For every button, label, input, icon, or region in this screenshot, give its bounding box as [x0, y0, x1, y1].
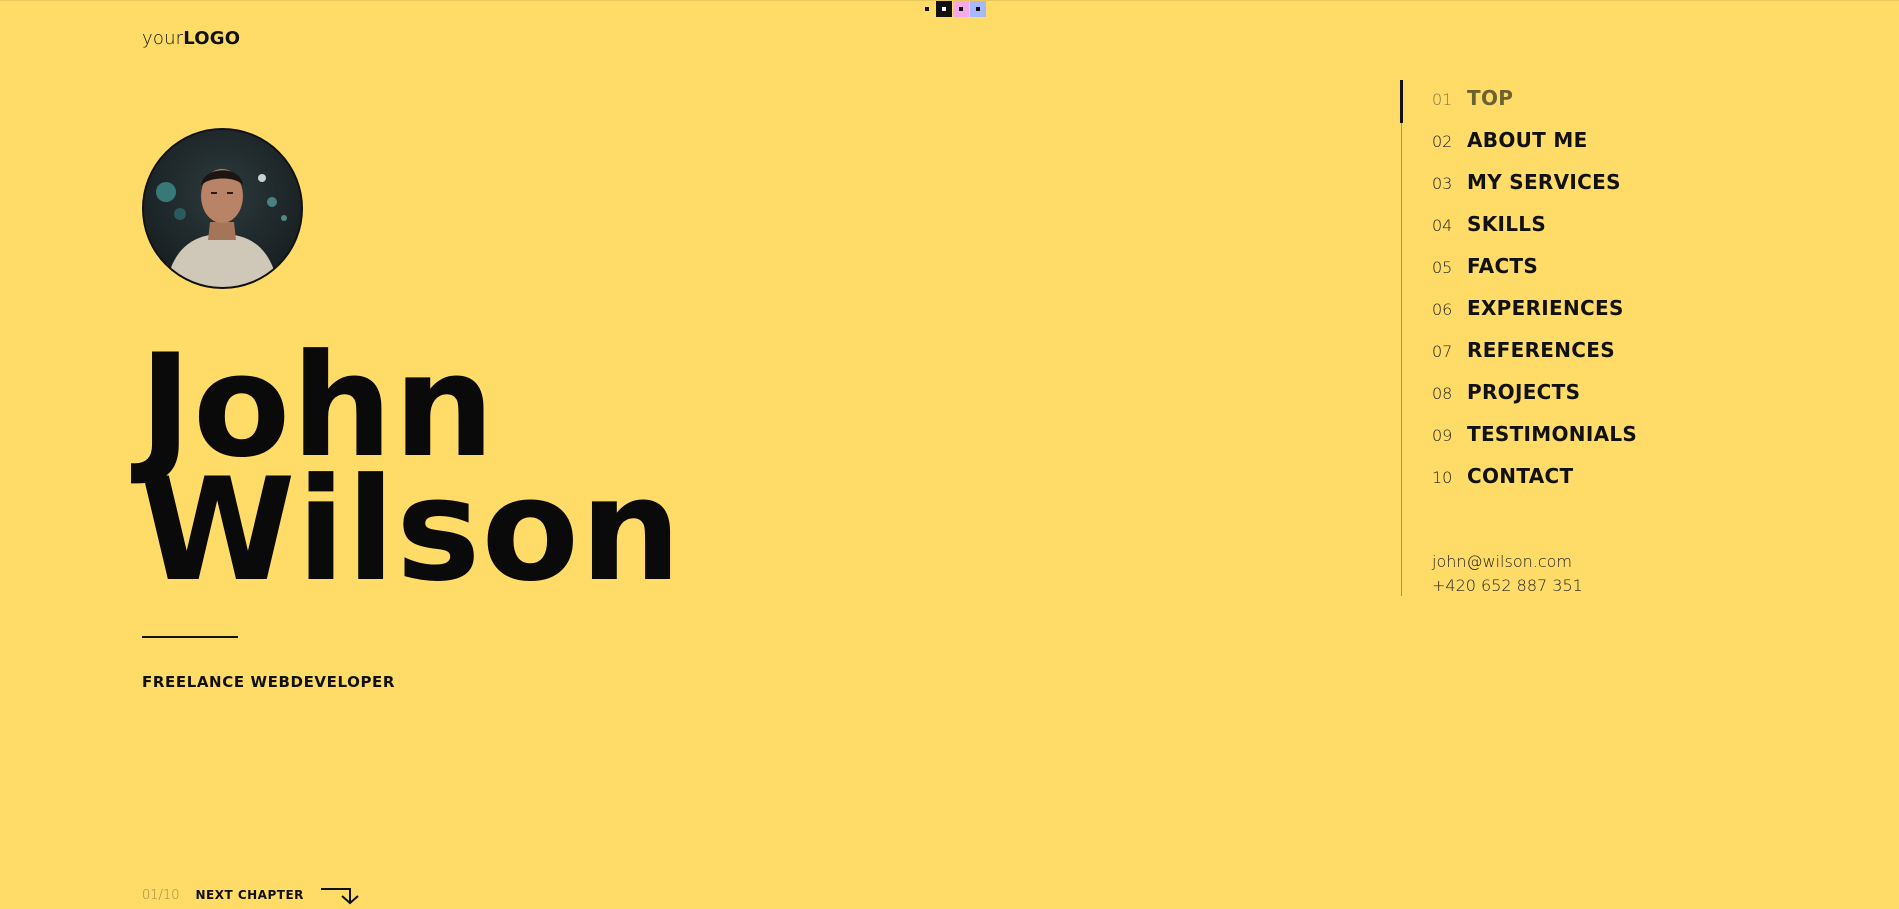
- email-link[interactable]: john@wilson.com: [1432, 550, 1583, 574]
- next-chapter-link[interactable]: NEXT CHAPTER: [195, 888, 303, 902]
- nav-item-references[interactable]: 07 REFERENCES: [1432, 338, 1637, 380]
- section-counter: 01/10: [142, 887, 180, 903]
- person-photo-icon: [144, 130, 301, 287]
- nav-item-number: 03: [1432, 174, 1453, 193]
- nav-item-number: 01: [1432, 90, 1453, 109]
- contact-info: john@wilson.com +420 652 887 351: [1432, 550, 1583, 598]
- nav-item-label: CONTACT: [1467, 464, 1574, 488]
- black-swatch[interactable]: [936, 1, 952, 17]
- nav-item-testimonials[interactable]: 09 TESTIMONIALS: [1432, 422, 1637, 464]
- nav-item-number: 04: [1432, 216, 1453, 235]
- nav-item-number: 07: [1432, 342, 1453, 361]
- hero-name: John Wilson: [139, 336, 683, 613]
- main-nav: 01 TOP 02 ABOUT ME 03 MY SERVICES 04 SKILLS 05 FA…: [1432, 86, 1637, 506]
- site-logo[interactable]: yourLOGO: [142, 28, 240, 49]
- logo-bold-text: LOGO: [183, 28, 241, 49]
- nav-item-label: REFERENCES: [1467, 338, 1615, 362]
- divider: [142, 636, 238, 638]
- last-name: Wilson: [139, 448, 683, 613]
- nav-item-number: 05: [1432, 258, 1453, 277]
- nav-item-label: EXPERIENCES: [1467, 296, 1624, 320]
- nav-item-number: 09: [1432, 426, 1453, 445]
- nav-item-label: TOP: [1467, 86, 1514, 110]
- nav-item-label: ABOUT ME: [1467, 128, 1588, 152]
- nav-item-label: SKILLS: [1467, 212, 1547, 236]
- nav-item-top[interactable]: 01 TOP: [1432, 86, 1637, 128]
- nav-item-number: 02: [1432, 132, 1453, 151]
- nav-item-about-me[interactable]: 02 ABOUT ME: [1432, 128, 1637, 170]
- nav-item-experiences[interactable]: 06 EXPERIENCES: [1432, 296, 1637, 338]
- nav-active-indicator: [1400, 80, 1403, 123]
- blue-swatch[interactable]: [970, 1, 986, 17]
- nav-item-label: FACTS: [1467, 254, 1539, 278]
- yellow-swatch[interactable]: [919, 1, 935, 17]
- avatar: [142, 128, 303, 289]
- role-subtitle: FREELANCE WEBDEVELOPER: [142, 673, 396, 691]
- pink-swatch[interactable]: [953, 1, 969, 17]
- nav-item-label: MY SERVICES: [1467, 170, 1621, 194]
- nav-item-facts[interactable]: 05 FACTS: [1432, 254, 1637, 296]
- arrow-down-right-icon[interactable]: [320, 885, 362, 905]
- nav-item-label: PROJECTS: [1467, 380, 1581, 404]
- nav-item-projects[interactable]: 08 PROJECTS: [1432, 380, 1637, 422]
- nav-item-label: TESTIMONIALS: [1467, 422, 1638, 446]
- nav-item-contact[interactable]: 10 CONTACT: [1432, 464, 1637, 506]
- pager: 01/10 NEXT CHAPTER: [142, 885, 362, 905]
- nav-item-my-services[interactable]: 03 MY SERVICES: [1432, 170, 1637, 212]
- logo-light-text: your: [142, 28, 184, 49]
- phone-link[interactable]: +420 652 887 351: [1432, 574, 1583, 598]
- nav-item-number: 08: [1432, 384, 1453, 403]
- nav-item-skills[interactable]: 04 SKILLS: [1432, 212, 1637, 254]
- nav-item-number: 10: [1432, 468, 1453, 487]
- nav-item-number: 06: [1432, 300, 1453, 319]
- nav-rail: [1401, 80, 1402, 596]
- color-switcher: [919, 1, 986, 17]
